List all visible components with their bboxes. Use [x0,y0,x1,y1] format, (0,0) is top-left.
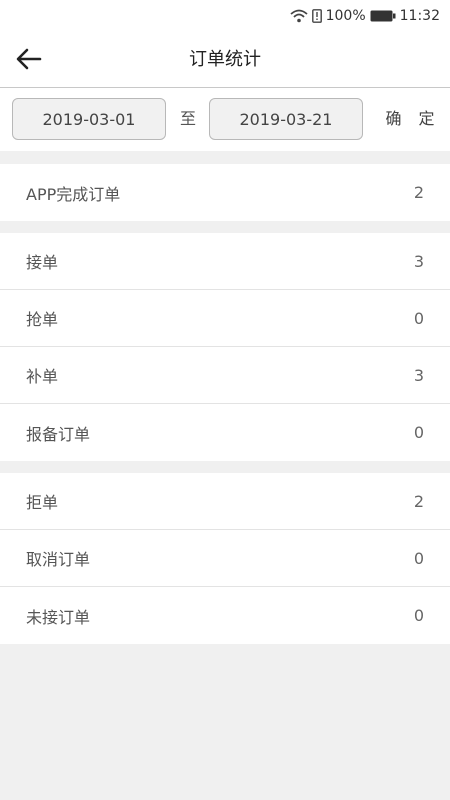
item-value: 0 [413,308,424,328]
item-value: 2 [413,183,424,202]
wifi-icon [290,9,308,23]
status-bar: 100% 11:32 [0,0,450,32]
section-rejected: 拒单 2 取消订单 0 未接订单 0 [0,473,450,644]
item-value: 2 [413,491,424,511]
arrow-left-icon [16,48,42,70]
list-item: 取消订单 0 [0,530,450,587]
date-filter-bar: 2019-03-01 至 2019-03-21 确 定 [0,88,450,151]
item-label: 未接订单 [26,607,91,627]
list-item: 抢单 0 [0,290,450,347]
item-value: 0 [413,548,424,568]
list-item: 补单 3 [0,347,450,404]
confirm-button[interactable]: 确 定 [385,98,441,140]
item-value: 0 [413,423,424,442]
page-title: 订单统计 [189,49,261,70]
list-item: 报备订单 0 [0,404,450,461]
battery-icon [370,10,396,22]
item-label: 取消订单 [26,550,91,569]
date-range-separator: 至 [179,109,196,128]
list-item: 未接订单 0 [0,587,450,644]
item-label: 拒单 [26,493,59,512]
section-completed: APP完成订单 2 [0,164,450,221]
battery-percent: 100% [325,8,366,24]
item-value: 0 [413,606,424,625]
list-item: 拒单 2 [0,473,450,530]
item-value: 3 [413,365,424,385]
start-date-field[interactable]: 2019-03-01 [12,98,166,140]
app-header: 订单统计 [0,32,450,88]
end-date-field[interactable]: 2019-03-21 [209,98,363,140]
item-label: APP完成订单 [26,184,121,204]
list-item: 接单 3 [0,233,450,290]
item-label: 报备订单 [26,424,91,444]
clock-time: 11:32 [399,8,440,24]
item-label: 接单 [26,253,59,272]
item-value: 3 [413,251,424,271]
back-button[interactable] [14,44,44,74]
list-item: APP完成订单 2 [0,164,450,221]
section-accepted: 接单 3 抢单 0 补单 3 报备订单 0 [0,233,450,461]
item-label: 补单 [26,367,59,386]
item-label: 抢单 [26,310,59,329]
sim-alert-icon [311,9,322,23]
